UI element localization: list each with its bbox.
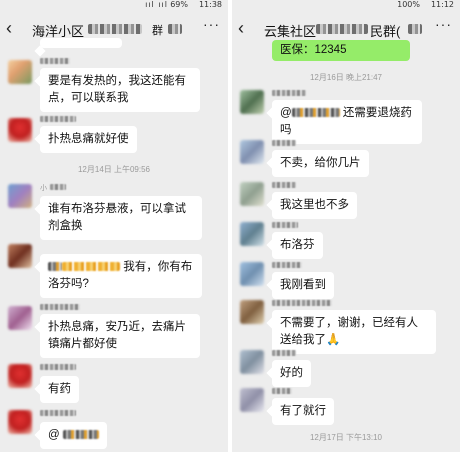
redacted-nickname xyxy=(272,300,332,306)
message-bubble[interactable]: 要是有发热的，我这还能有点，可以联系我 xyxy=(40,68,200,112)
message-bubble[interactable]: 我刚看到 xyxy=(272,272,334,299)
message-bubble[interactable]: 扑热息痛就好使 xyxy=(40,126,137,153)
redacted-nickname xyxy=(40,116,76,122)
avatar[interactable] xyxy=(240,140,264,164)
redacted-nickname xyxy=(272,388,292,394)
redacted-mention xyxy=(62,262,120,272)
chat-title-suffix: 群 xyxy=(152,25,163,37)
redacted-nickname xyxy=(40,58,70,64)
message-bubble[interactable]: 不需要了，谢谢，已经有人送给我了🙏 xyxy=(272,310,436,354)
message-bubble[interactable]: 谁有布洛芬悬液，可以拿试剂盒换 xyxy=(40,196,202,240)
left-chat-screen: ııl ııl 69% 11:38 ‹ 海洋小区 群 ··· 要是有发热的，我这… xyxy=(0,0,228,452)
timestamp: 12月17日 下午13:10 xyxy=(309,433,383,442)
avatar[interactable] xyxy=(240,262,264,286)
avatar[interactable] xyxy=(240,388,264,412)
message-text: 不需要了，谢谢，已经有人送给我了🙏 xyxy=(280,317,418,346)
redacted-mention xyxy=(62,430,99,440)
message-text: 有药 xyxy=(48,383,71,395)
avatar[interactable] xyxy=(240,300,264,324)
status-time: 11:38 xyxy=(198,0,222,9)
avatar[interactable] xyxy=(8,306,32,330)
status-bar: 100% 11:12 xyxy=(232,0,460,10)
more-options-icon[interactable]: ··· xyxy=(203,16,220,32)
battery-level: 100% xyxy=(397,0,420,9)
avatar[interactable] xyxy=(240,182,264,206)
timestamp: 12月14日 上午09:56 xyxy=(77,165,151,174)
signal-icon: ııl ııl xyxy=(145,0,168,9)
avatar[interactable] xyxy=(8,118,32,142)
message-text: 好的 xyxy=(280,367,303,379)
message-text: 扑热息痛就好使 xyxy=(48,133,129,145)
message-text: 医保：12345 xyxy=(280,44,347,56)
message-text: 我刚看到 xyxy=(280,279,326,291)
avatar[interactable] xyxy=(8,60,32,84)
message-bubble[interactable]: 布洛芬 xyxy=(272,232,323,259)
avatar[interactable] xyxy=(8,364,32,388)
message-bubble[interactable]: 有药 xyxy=(40,376,79,403)
message-text: 不卖，给你几片 xyxy=(280,157,361,169)
message-bubble[interactable]: @ xyxy=(40,422,107,449)
chat-title-suffix: 民群( xyxy=(370,24,401,39)
redacted-mention xyxy=(291,108,340,118)
redacted-title xyxy=(88,24,142,34)
message-text: 扑热息痛，安乃近，去痛片镇痛片都好使 xyxy=(48,321,186,350)
message-bubble[interactable]: @ 还需要退烧药吗 xyxy=(272,100,422,144)
redacted-title-end xyxy=(408,24,422,34)
avatar[interactable] xyxy=(8,244,32,268)
avatar[interactable] xyxy=(8,184,32,208)
avatar[interactable] xyxy=(240,222,264,246)
redacted-title-end xyxy=(168,24,182,34)
redacted-nickname xyxy=(272,140,296,146)
timestamp: 12月16日 晚上21:47 xyxy=(309,73,383,82)
nickname: 小 xyxy=(40,185,47,192)
battery-level: 69% xyxy=(170,0,188,9)
redacted-nickname xyxy=(40,304,80,310)
redacted-nickname xyxy=(272,262,302,268)
message-text: 我这里也不多 xyxy=(280,199,349,211)
message-bubble[interactable]: 医保：12345 xyxy=(272,40,410,61)
right-chat-screen: 100% 11:12 ‹ 云集社区 民群( ··· 医保：12345 12月16… xyxy=(232,0,460,452)
status-time: 11:12 xyxy=(430,0,454,9)
message-text: 布洛芬 xyxy=(280,239,315,251)
message-text: @ xyxy=(280,107,292,119)
message-bubble[interactable]: 有了就行 xyxy=(272,398,334,425)
message-bubble[interactable]: 不卖，给你几片 xyxy=(272,150,369,177)
redacted-title xyxy=(316,24,368,34)
message-text: 要是有发热的，我这还能有点，可以联系我 xyxy=(48,75,186,104)
redacted-nickname xyxy=(272,182,296,188)
message-bubble[interactable]: 我这里也不多 xyxy=(272,192,357,219)
message-bubble[interactable]: 扑热息痛，安乃近，去痛片镇痛片都好使 xyxy=(40,314,200,358)
message-bubble[interactable]: 我有，你有布洛芬吗? xyxy=(40,254,202,298)
redacted-mention xyxy=(48,262,62,272)
redacted-nickname xyxy=(272,350,296,356)
message-bubble-partial xyxy=(40,38,122,48)
message-text: 有了就行 xyxy=(280,405,326,417)
chat-title: 云集社区 xyxy=(264,24,317,39)
more-options-icon[interactable]: ··· xyxy=(435,16,452,32)
message-bubble[interactable]: 好的 xyxy=(272,360,311,387)
message-text: 谁有布洛芬悬液，可以拿试剂盒换 xyxy=(48,203,186,232)
redacted-nickname xyxy=(40,364,76,370)
back-arrow-icon[interactable]: ‹ xyxy=(6,18,20,38)
avatar[interactable] xyxy=(240,350,264,374)
status-bar: ııl ııl 69% 11:38 xyxy=(0,0,228,10)
redacted-nickname xyxy=(272,222,298,228)
redacted-nickname xyxy=(40,410,76,416)
message-text: @ xyxy=(48,429,60,441)
avatar[interactable] xyxy=(8,410,32,434)
avatar[interactable] xyxy=(240,90,264,114)
back-arrow-icon[interactable]: ‹ xyxy=(238,18,252,38)
redacted-nickname xyxy=(50,184,66,190)
redacted-nickname xyxy=(272,90,306,96)
